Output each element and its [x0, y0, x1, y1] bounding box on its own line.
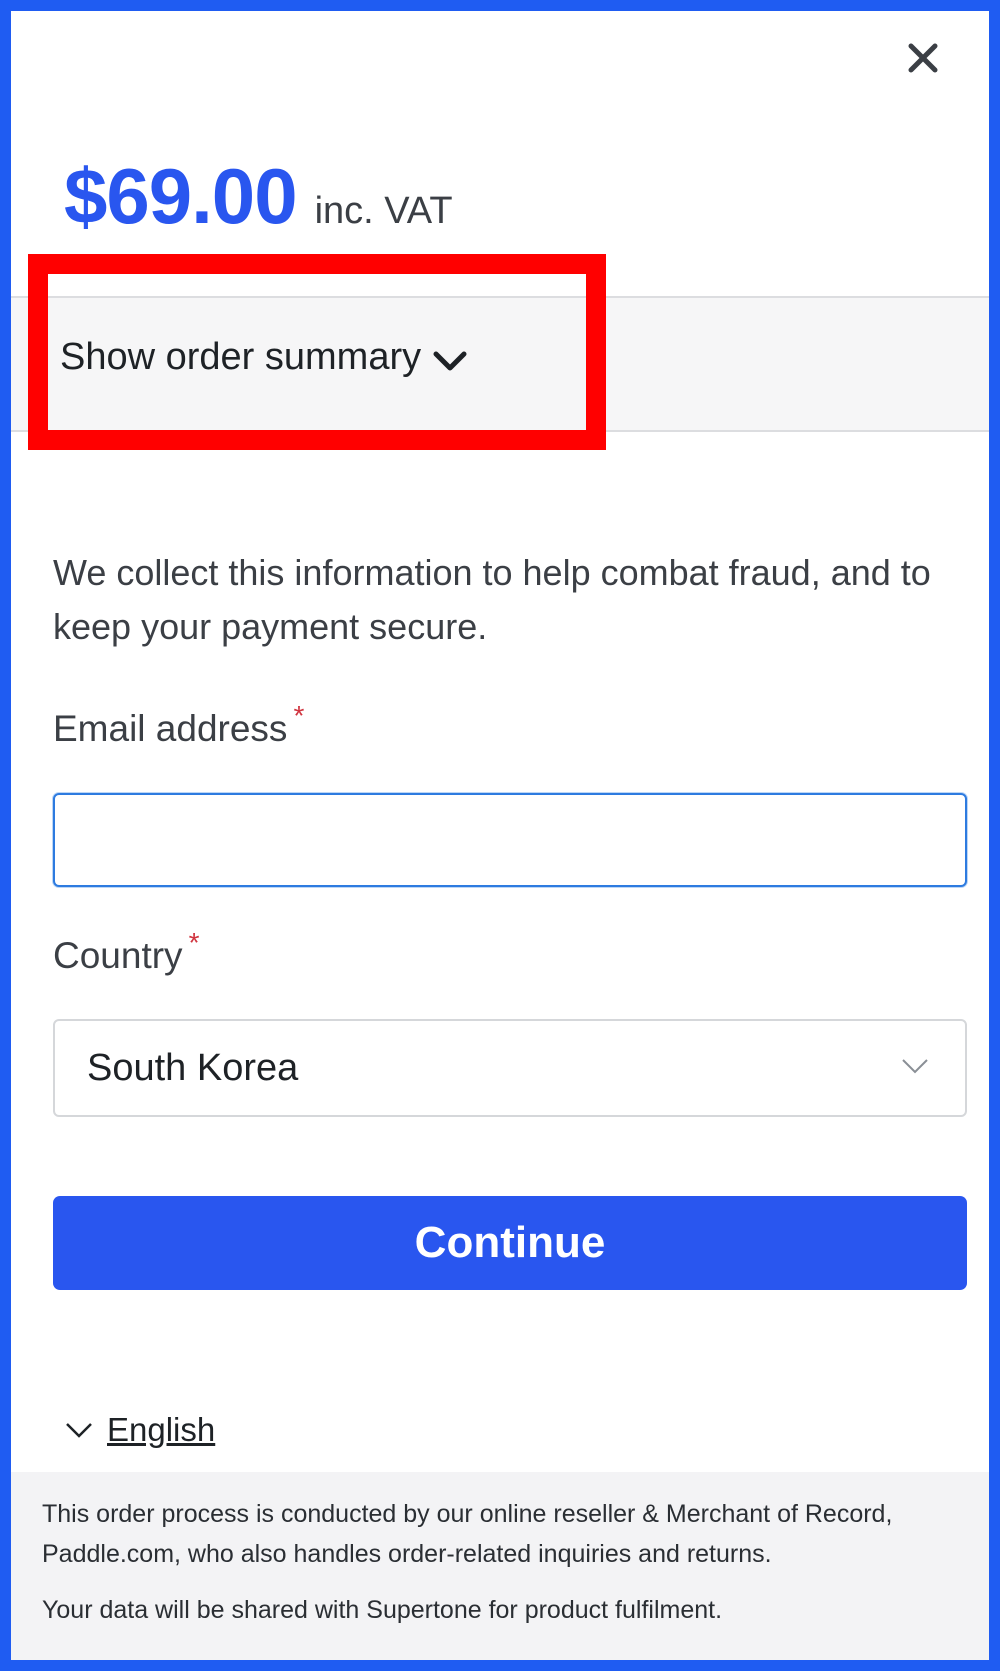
- close-icon: [908, 43, 938, 73]
- footer-data-sharing-text: Your data will be shared with Supertone …: [42, 1596, 723, 1624]
- order-summary-bar: Show order summary: [11, 296, 989, 432]
- continue-button[interactable]: Continue: [53, 1196, 967, 1290]
- country-label: Country *: [53, 927, 199, 977]
- show-order-summary-toggle[interactable]: Show order summary: [60, 336, 467, 379]
- price-suffix: inc. VAT: [314, 190, 453, 232]
- required-marker: *: [188, 927, 200, 958]
- footer-reseller-text: This order process is conducted by our o…: [42, 1500, 893, 1568]
- order-summary-label: Show order summary: [60, 336, 422, 378]
- email-field[interactable]: [53, 793, 967, 887]
- required-marker: *: [293, 700, 305, 731]
- price-amount: $69.00: [64, 152, 298, 240]
- country-select[interactable]: South Korea: [53, 1019, 967, 1117]
- email-label: Email address *: [53, 700, 304, 750]
- language-label: English: [107, 1411, 216, 1448]
- price-row: $69.00 inc. VAT: [64, 151, 453, 242]
- checkout-frame: $69.00 inc. VAT Show order summary We co…: [0, 0, 1000, 1671]
- fraud-info-text: We collect this information to help comb…: [53, 552, 931, 647]
- country-selected-value: South Korea: [87, 1047, 299, 1089]
- chevron-down-icon: [66, 1423, 92, 1438]
- email-label-text: Email address: [53, 708, 288, 749]
- language-selector[interactable]: English: [65, 1411, 215, 1449]
- close-button[interactable]: [904, 39, 942, 77]
- country-label-text: Country: [53, 935, 183, 976]
- chevron-down-icon: [902, 1059, 928, 1074]
- footer: This order process is conducted by our o…: [11, 1472, 989, 1660]
- chevron-down-icon: [433, 351, 467, 370]
